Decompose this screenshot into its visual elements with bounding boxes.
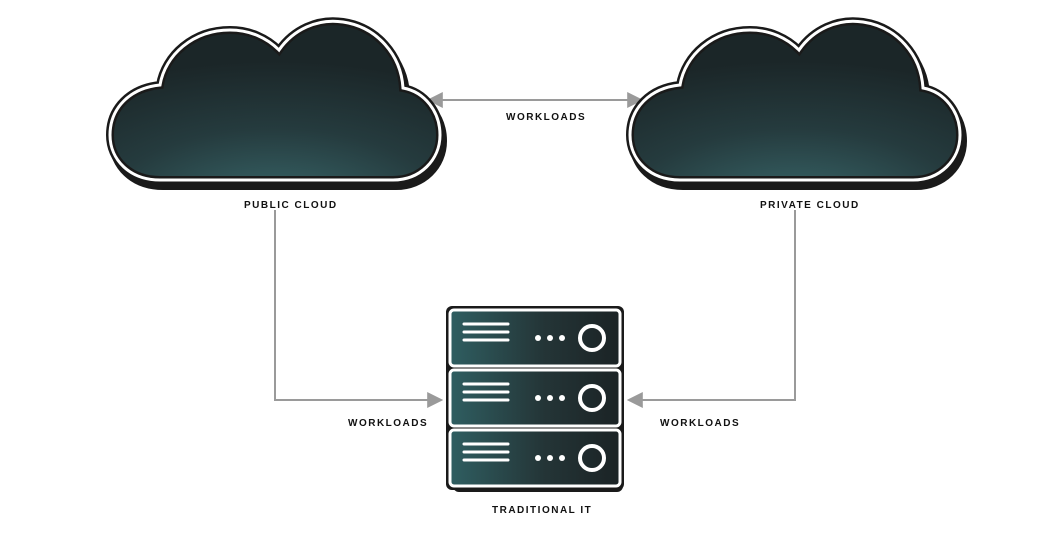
edge-private-to-traditional-label: WORKLOADS bbox=[660, 418, 740, 429]
edge-public-to-traditional-label: WORKLOADS bbox=[348, 418, 428, 429]
traditional-it-label: TRADITIONAL IT bbox=[492, 505, 592, 516]
traditional-it-node bbox=[446, 306, 624, 492]
edge-public-to-traditional bbox=[275, 210, 440, 400]
public-cloud-label: PUBLIC CLOUD bbox=[244, 200, 338, 211]
public-cloud-node bbox=[110, 21, 443, 186]
edge-private-to-traditional bbox=[630, 210, 795, 400]
diagram-svg bbox=[0, 0, 1064, 559]
edge-public-private-label: WORKLOADS bbox=[506, 112, 586, 123]
private-cloud-node bbox=[630, 21, 963, 186]
private-cloud-label: PRIVATE CLOUD bbox=[760, 200, 860, 211]
hybrid-cloud-diagram: PUBLIC CLOUD PRIVATE CLOUD TRADITIONAL I… bbox=[0, 0, 1064, 559]
